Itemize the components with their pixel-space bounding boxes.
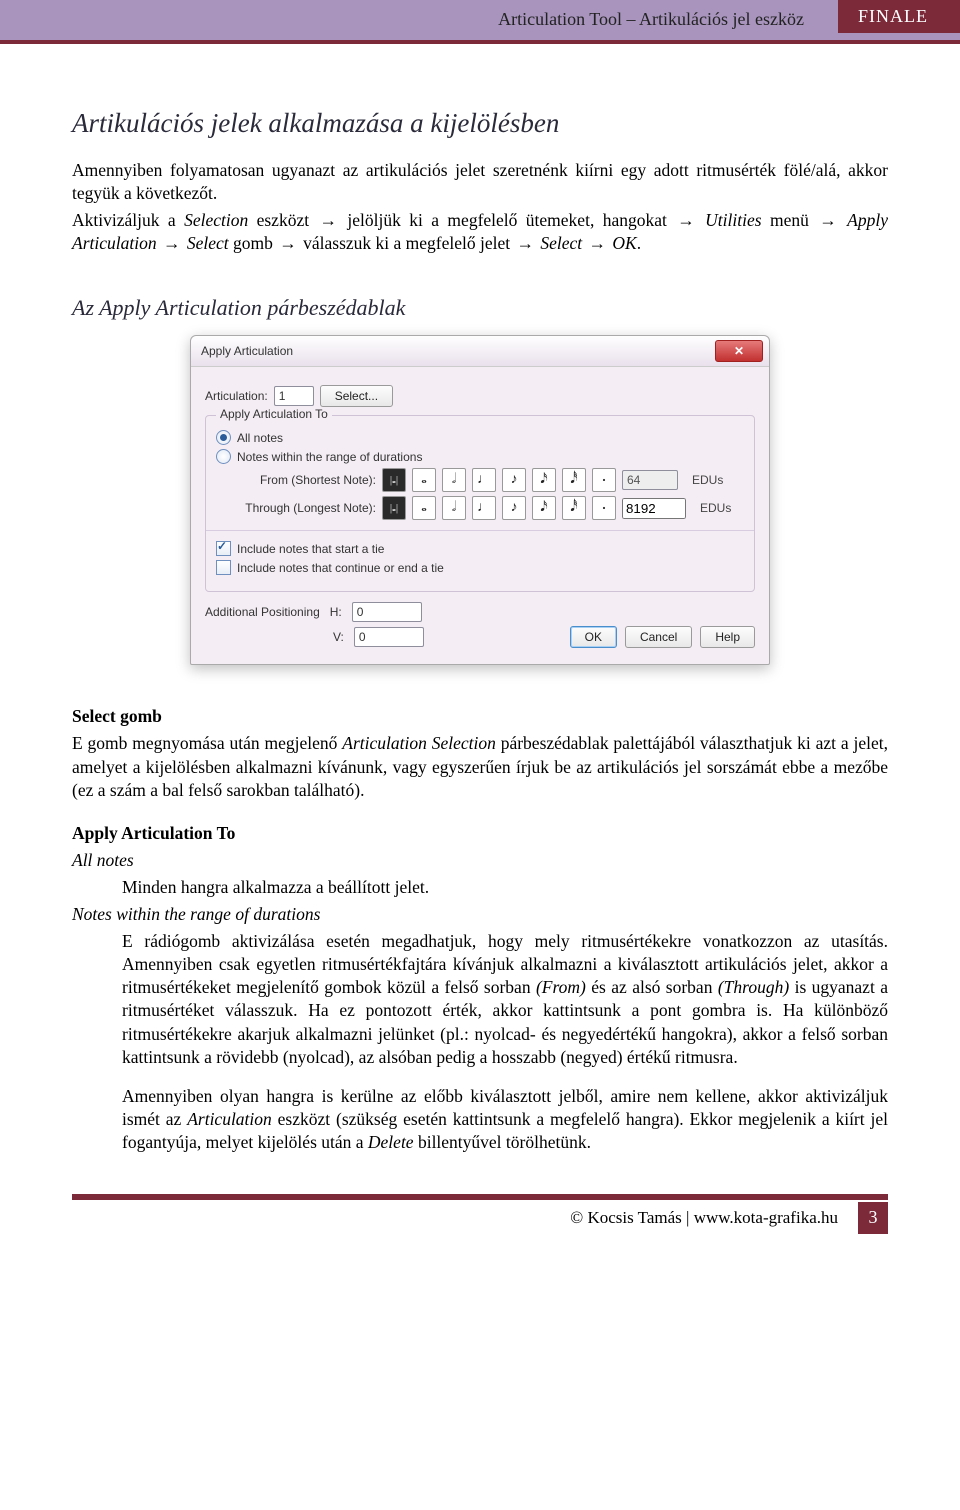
- footer-text: © Kocsis Tamás | www.kota-grafika.hu: [570, 1208, 838, 1228]
- from-edus-label: EDUs: [692, 473, 723, 487]
- select-heading: Select gomb: [72, 705, 888, 728]
- divider: [206, 530, 754, 531]
- note-quarter-icon-2[interactable]: ♩: [472, 496, 496, 520]
- close-icon: ✕: [734, 344, 744, 358]
- note-sixteenth-icon[interactable]: 𝅘𝅥𝅯: [532, 468, 556, 492]
- dialog-titlebar[interactable]: Apply Articulation ✕: [191, 336, 769, 367]
- range-paragraph-2: Amennyiben olyan hangra is kerülne az el…: [122, 1085, 888, 1154]
- note-eighth-icon-2[interactable]: ♪: [502, 496, 526, 520]
- page-number: 3: [858, 1202, 888, 1234]
- group-legend: Apply Articulation To: [216, 407, 332, 421]
- checkbox-end-tie-label: Include notes that continue or end a tie: [237, 561, 444, 575]
- intro-paragraph-1: Amennyiben folyamatosan ugyanazt az arti…: [72, 159, 888, 205]
- articulation-label: Articulation:: [205, 389, 268, 403]
- note-dot-icon[interactable]: ·: [592, 468, 616, 492]
- pos-v-label: V:: [333, 630, 344, 644]
- radio-all-notes-label: All notes: [237, 431, 283, 445]
- note-dot-icon-2[interactable]: ·: [592, 496, 616, 520]
- apply-to-heading: Apply Articulation To: [72, 822, 888, 845]
- articulation-input[interactable]: [274, 386, 314, 406]
- checkbox-start-tie-label: Include notes that start a tie: [237, 542, 384, 556]
- radio-range[interactable]: [216, 449, 231, 464]
- through-edus-label: EDUs: [700, 501, 731, 515]
- additional-positioning-label: Additional Positioning: [205, 605, 320, 619]
- select-paragraph: E gomb megnyomása után megjelenő Articul…: [72, 732, 888, 801]
- note-half-icon[interactable]: 𝅗𝅥: [442, 468, 466, 492]
- apply-to-group: Apply Articulation To All notes Notes wi…: [205, 415, 755, 592]
- cancel-button[interactable]: Cancel: [625, 626, 692, 648]
- note-whole-icon-2[interactable]: 𝅝: [412, 496, 436, 520]
- intro-paragraph-2: Aktivizáljuk a Selection eszközt → jelöl…: [72, 209, 888, 255]
- section-title-1: Artikulációs jelek alkalmazása a kijelöl…: [72, 108, 888, 139]
- note-double-whole-icon-2[interactable]: |𝅝|: [382, 496, 406, 520]
- pos-h-input[interactable]: [352, 602, 422, 622]
- checkbox-end-tie[interactable]: [216, 560, 231, 575]
- note-eighth-icon[interactable]: ♪: [502, 468, 526, 492]
- note-thirtysecond-icon[interactable]: 𝅘𝅥𝅰: [562, 468, 586, 492]
- pos-v-input[interactable]: [354, 627, 424, 647]
- radio-range-label: Notes within the range of durations: [237, 450, 422, 464]
- radio-all-notes[interactable]: [216, 430, 231, 445]
- all-notes-label: All notes: [72, 849, 888, 872]
- all-notes-desc: Minden hangra alkalmazza a beállított je…: [122, 876, 888, 899]
- note-thirtysecond-icon-2[interactable]: 𝅘𝅥𝅰: [562, 496, 586, 520]
- ok-button[interactable]: OK: [570, 626, 617, 648]
- help-button[interactable]: Help: [700, 626, 755, 648]
- select-button[interactable]: Select...: [320, 385, 393, 407]
- range-paragraph-1: E rádiógomb aktivizálása esetén megadhat…: [122, 930, 888, 1069]
- note-half-icon-2[interactable]: 𝅗𝅥: [442, 496, 466, 520]
- section-title-2: Az Apply Articulation párbeszédablak: [72, 295, 888, 321]
- dialog-title: Apply Articulation: [201, 344, 293, 358]
- note-sixteenth-icon-2[interactable]: 𝅘𝅥𝅯: [532, 496, 556, 520]
- header-title: Articulation Tool – Artikulációs jel esz…: [498, 4, 814, 30]
- checkbox-start-tie[interactable]: [216, 541, 231, 556]
- range-label: Notes within the range of durations: [72, 903, 888, 926]
- through-edus-input[interactable]: [622, 498, 686, 519]
- page-header: Articulation Tool – Artikulációs jel esz…: [0, 0, 960, 44]
- note-whole-icon[interactable]: 𝅝: [412, 468, 436, 492]
- page-footer: © Kocsis Tamás | www.kota-grafika.hu 3: [72, 1194, 888, 1234]
- note-quarter-icon[interactable]: ♩: [472, 468, 496, 492]
- note-double-whole-icon[interactable]: |𝅝|: [382, 468, 406, 492]
- header-badge: FINALE: [838, 0, 960, 33]
- from-edus-input[interactable]: [622, 470, 678, 490]
- apply-articulation-dialog: Apply Articulation ✕ Articulation: Selec…: [190, 335, 770, 665]
- pos-h-label: H:: [330, 605, 342, 619]
- from-label: From (Shortest Note):: [236, 473, 376, 487]
- close-button[interactable]: ✕: [715, 340, 763, 362]
- through-label: Through (Longest Note):: [236, 501, 376, 515]
